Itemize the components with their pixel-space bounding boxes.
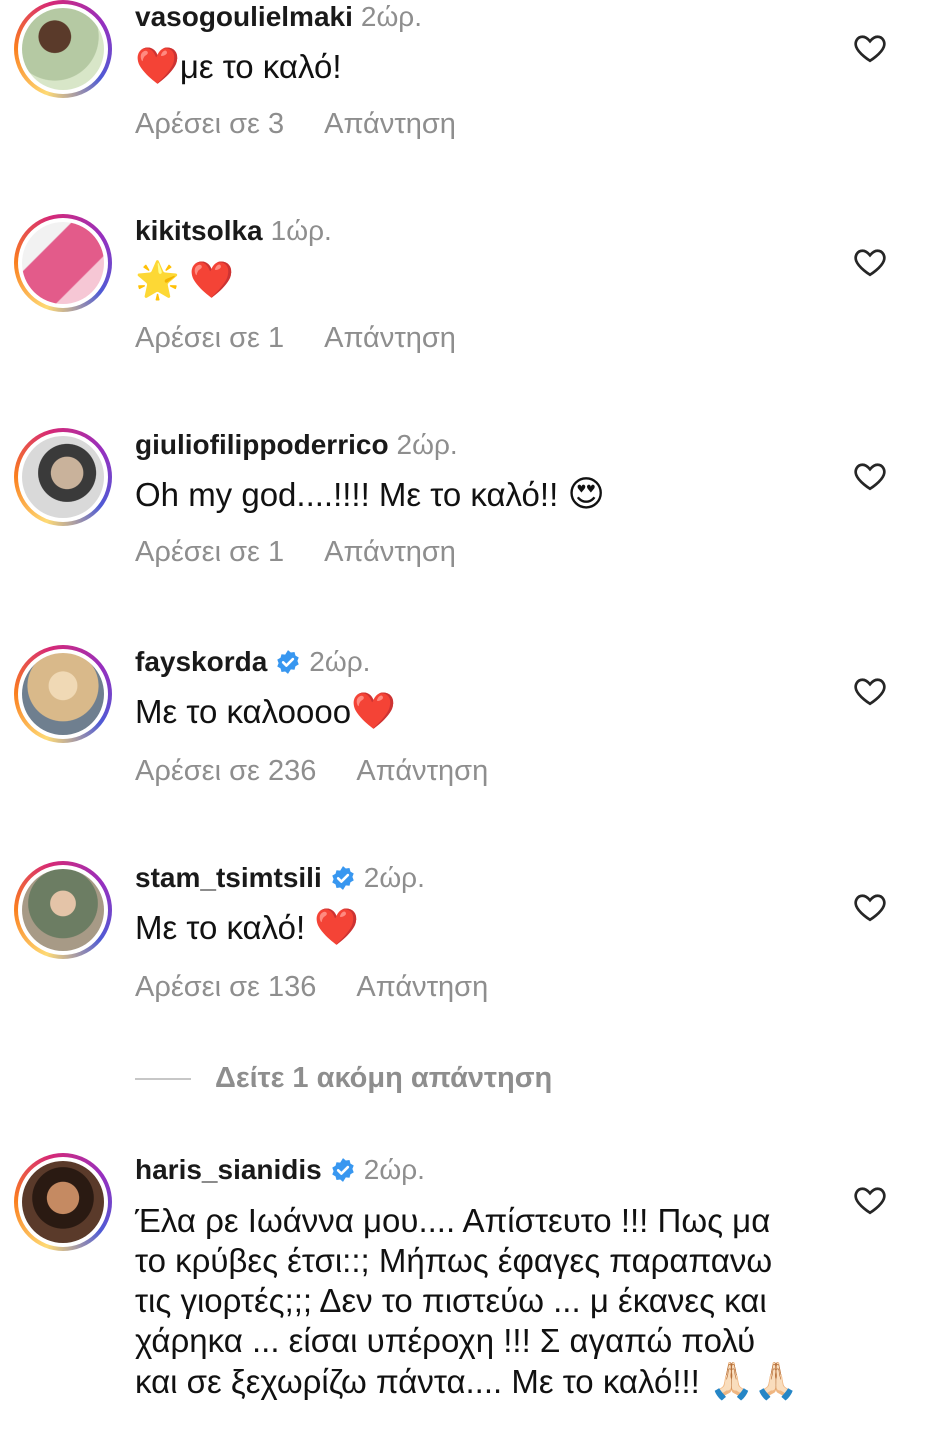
comment-text: Έλα ρε Ιωάννα μου.... Απίστευτο !!! Πως … <box>135 1202 799 1401</box>
reply-button[interactable]: Απάντηση <box>324 108 456 140</box>
heart-eyes-emoji: 😍 <box>567 473 605 514</box>
avatar[interactable] <box>14 861 112 959</box>
comment-text: ❤️με το καλό! <box>135 45 342 86</box>
folded-hands-emoji: 🙏🏻🙏🏻 <box>709 1360 799 1401</box>
heart-outline-icon[interactable] <box>852 889 888 925</box>
red-heart-emoji: ❤️ <box>314 906 360 947</box>
verified-badge-icon <box>332 866 354 890</box>
username[interactable]: vasogoulielmaki <box>135 1 353 32</box>
comment-text: Με το καλό! ❤️ <box>135 906 360 947</box>
username[interactable]: stam_tsimtsili <box>135 862 322 893</box>
username[interactable]: kikitsolka <box>135 215 263 246</box>
heart-outline-icon[interactable] <box>852 244 888 280</box>
comment-text: Oh my god....!!!! Με το καλό!! 😍 <box>135 473 605 514</box>
avatar-image <box>22 653 104 735</box>
red-heart-emoji: ❤️ <box>189 259 234 300</box>
verified-badge-icon <box>277 650 300 674</box>
likes-count[interactable]: Αρέσει σε 136 <box>135 971 316 1003</box>
avatar-image <box>22 1161 104 1243</box>
heart-outline-icon[interactable] <box>852 1182 888 1218</box>
heart-outline-icon[interactable] <box>852 30 888 66</box>
heart-outline-icon[interactable] <box>852 458 888 494</box>
username[interactable]: giuliofilippoderrico <box>135 429 389 460</box>
reply-button[interactable]: Απάντηση <box>324 536 456 568</box>
comment-text: Με το καλοοοο❤️ <box>135 690 396 731</box>
red-heart-emoji: ❤️ <box>351 690 396 731</box>
timestamp: 2ώρ. <box>396 429 458 460</box>
username[interactable]: haris_sianidis <box>135 1154 322 1185</box>
avatar[interactable] <box>14 214 112 312</box>
likes-count[interactable]: Αρέσει σε 3 <box>135 108 284 140</box>
avatar[interactable] <box>14 645 112 743</box>
avatar-image <box>22 8 104 90</box>
reply-button[interactable]: Απάντηση <box>324 322 456 354</box>
username[interactable]: fayskorda <box>135 646 267 677</box>
avatar[interactable] <box>14 0 112 98</box>
avatar[interactable] <box>14 428 112 526</box>
avatar[interactable] <box>14 1153 112 1251</box>
likes-count[interactable]: Αρέσει σε 1 <box>135 536 284 568</box>
view-more-replies-button[interactable]: Δείτε 1 ακόμη απάντηση <box>135 1062 552 1095</box>
timestamp: 1ώρ. <box>270 215 332 246</box>
likes-count[interactable]: Αρέσει σε 236 <box>135 755 316 787</box>
timestamp: 2ώρ. <box>309 646 371 677</box>
timestamp: 2ώρ. <box>363 1154 425 1185</box>
reply-button[interactable]: Απάντηση <box>356 755 488 787</box>
verified-badge-icon <box>332 1158 354 1182</box>
timestamp: 2ώρ. <box>360 1 423 32</box>
divider-line <box>135 1078 191 1081</box>
avatar-image <box>22 222 104 304</box>
star-emoji: 🌟 <box>135 259 180 300</box>
avatar-image <box>22 436 104 518</box>
timestamp: 2ώρ. <box>363 862 425 893</box>
comment-text: 🌟 ❤️ <box>135 260 234 301</box>
likes-count[interactable]: Αρέσει σε 1 <box>135 322 284 354</box>
heart-outline-icon[interactable] <box>852 673 888 709</box>
reply-button[interactable]: Απάντηση <box>356 971 488 1003</box>
red-heart-emoji: ❤️ <box>135 45 180 86</box>
avatar-image <box>22 869 104 951</box>
